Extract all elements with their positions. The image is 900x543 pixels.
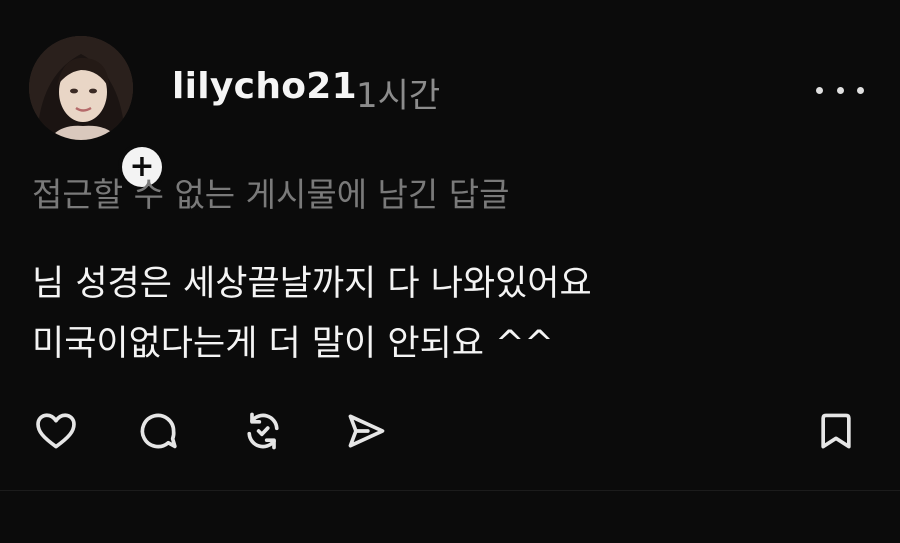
- post-body-line: 님 성경은 세상끝날까지 다 나와있어요: [32, 264, 592, 304]
- bookmark-button[interactable]: [810, 405, 862, 457]
- post-divider: [0, 490, 900, 491]
- avatar[interactable]: [29, 36, 133, 140]
- bookmark-icon: [821, 413, 851, 449]
- comment-bubble-icon: [140, 413, 177, 449]
- post-body-line: 미국이없다는게 더 말이 안되요 ^^: [32, 324, 554, 364]
- repost-button[interactable]: [237, 405, 289, 457]
- username[interactable]: lilycho21: [172, 66, 357, 107]
- more-options-button[interactable]: [816, 78, 864, 102]
- more-dots-icon: [857, 86, 864, 94]
- more-dots-icon: [816, 86, 823, 94]
- repost-icon: [247, 412, 279, 450]
- post-body: 님 성경은 세상끝날까지 다 나와있어요 미국이없다는게 더 말이 안되요 ^^: [32, 254, 592, 374]
- more-dots-icon: [836, 86, 844, 94]
- thread-post: + lilycho21 1시간 접근할 수 없는 게시물에 남긴 답글 님 성경…: [0, 0, 900, 543]
- avatar-image: [29, 36, 133, 140]
- like-button[interactable]: [30, 405, 82, 457]
- post-timestamp: 1시간: [356, 76, 441, 116]
- post-action-bar: [30, 405, 870, 457]
- avatar-container: +: [29, 36, 166, 191]
- comment-button[interactable]: [132, 405, 184, 457]
- share-button[interactable]: [340, 405, 392, 457]
- send-icon: [348, 414, 385, 448]
- heart-icon: [36, 413, 76, 449]
- reply-context-label: 접근할 수 없는 게시물에 남긴 답글: [32, 175, 510, 214]
